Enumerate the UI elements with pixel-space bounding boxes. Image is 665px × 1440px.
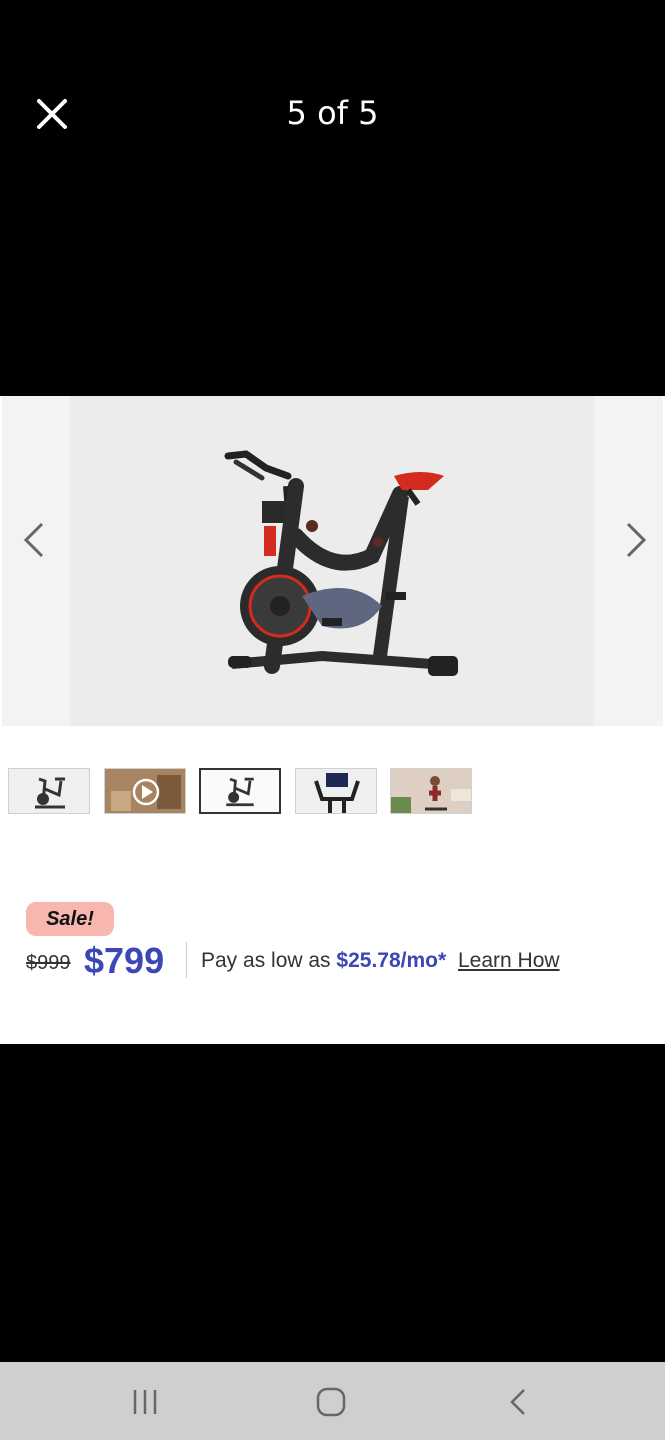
recents-button[interactable] — [115, 1382, 175, 1422]
system-navigation-bar — [0, 1362, 665, 1440]
main-image-stage[interactable] — [2, 396, 663, 726]
console-thumbnail-icon — [314, 773, 360, 813]
thumbnail-3[interactable] — [199, 768, 281, 814]
back-button[interactable] — [488, 1382, 548, 1422]
financing-text: Pay as low as $25.78/mo* Learn How — [201, 949, 560, 973]
finance-prefix: Pay as low as — [201, 949, 331, 972]
page-title: 5 of 5 — [286, 94, 379, 132]
original-price: $999 — [26, 952, 71, 974]
lifestyle-thumbnail-icon — [391, 769, 471, 813]
play-icon — [105, 769, 185, 813]
sale-badge: Sale! — [26, 902, 114, 936]
price-divider — [186, 942, 187, 978]
home-icon — [316, 1387, 346, 1417]
recents-icon — [133, 1390, 157, 1414]
price-section: Sale! $999 $799 Pay as low as $25.78/mo*… — [0, 896, 665, 1016]
bike-thumbnail-icon — [226, 777, 254, 807]
sale-price: $799 — [84, 940, 165, 981]
finance-amount: $25.78/mo* — [336, 949, 447, 972]
bike-thumbnail-icon — [35, 777, 65, 809]
top-bar: 5 of 5 — [0, 0, 665, 230]
exercise-bike-image — [224, 450, 458, 676]
learn-how-link[interactable]: Learn How — [458, 949, 560, 972]
home-button[interactable] — [301, 1382, 361, 1422]
next-image-button[interactable] — [614, 518, 654, 562]
image-viewer: Sale! $999 $799 Pay as low as $25.78/mo*… — [0, 396, 665, 1044]
thumbnail-5[interactable] — [390, 768, 472, 814]
thumbnail-2-video[interactable] — [104, 768, 186, 814]
chevron-right-icon — [626, 522, 647, 558]
thumbnail-1[interactable] — [8, 768, 90, 814]
chevron-left-icon — [23, 522, 44, 558]
back-icon — [510, 1389, 525, 1415]
thumbnail-4[interactable] — [295, 768, 377, 814]
previous-image-button[interactable] — [16, 518, 56, 562]
